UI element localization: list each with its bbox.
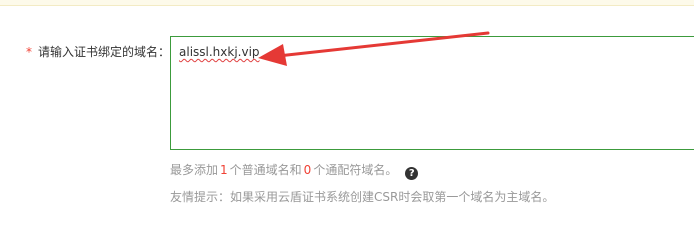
domain-limit-hint: 最多添加 1 个普通域名和 0 个通配符域名。? — [170, 162, 419, 180]
hint-middle: 个普通域名和 — [229, 163, 302, 177]
hint-prefix: 最多添加 — [170, 163, 219, 177]
domain-textarea[interactable]: alissl.hxkj.vip — [170, 36, 694, 150]
wildcard-domain-count: 0 — [303, 163, 312, 177]
friendly-tip: 友情提示：如果采用云盾证书系统创建CSR时会取第一个域名为主域名。 — [170, 190, 555, 204]
domain-value: alissl.hxkj.vip — [179, 45, 260, 59]
question-circle-icon[interactable]: ? — [405, 167, 419, 180]
domain-label-text: 请输入证书绑定的域名： — [38, 45, 171, 59]
certificate-domain-form: * 请输入证书绑定的域名： alissl.hxkj.vip 最多添加 1 个普通域名和… — [0, 0, 694, 225]
top-notice-bar — [0, 0, 694, 6]
hint-suffix: 个通配符域名。 — [313, 163, 398, 177]
required-mark: * — [26, 45, 32, 59]
domain-field-label: * 请输入证书绑定的域名： — [26, 44, 170, 60]
normal-domain-count: 1 — [220, 163, 228, 177]
